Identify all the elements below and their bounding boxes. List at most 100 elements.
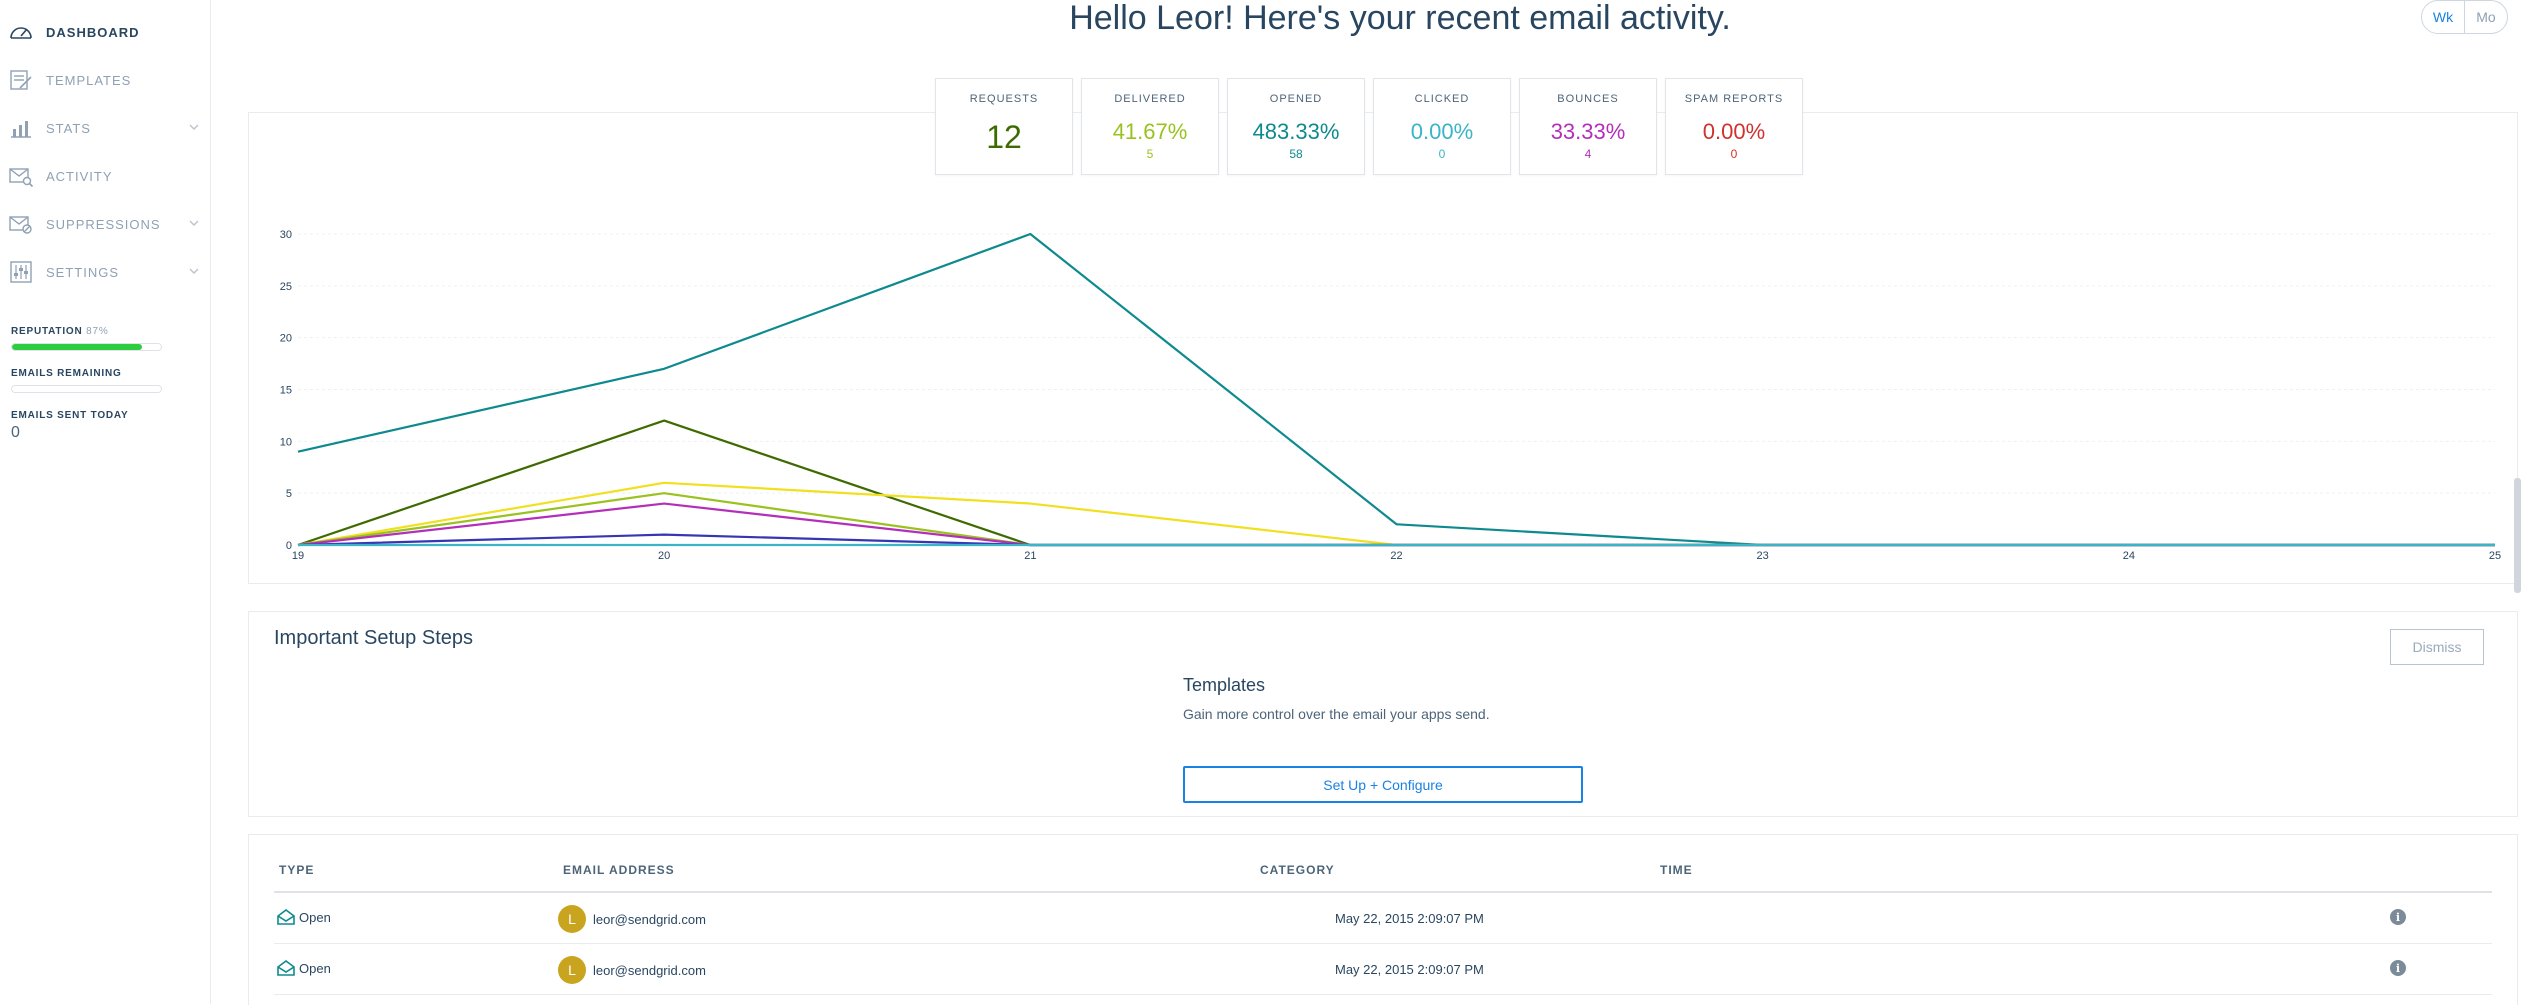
page-title: Hello Leor! Here's your recent email act… [1069,0,1731,37]
stat-card-value: 0.00% [1702,119,1766,144]
sidebar-item-label: STATS [46,120,91,136]
chevron-down-icon[interactable] [188,265,200,277]
y-tick-label: 25 [280,281,292,293]
reputation-value: 87% [86,326,109,337]
series-line-1 [297,419,2495,547]
stat-card-delivered[interactable]: DELIVERED 41.67% 5 [1081,78,1219,175]
x-tick-label: 25 [2489,550,2501,562]
event-time: May 22, 2015 2:09:07 PM [1335,962,1484,977]
open-envelope-icon [277,909,295,925]
y-tick-label: 10 [280,436,292,448]
stat-card-spam-reports[interactable]: SPAM REPORTS 0.00% 0 [1665,78,1803,175]
sidebar-item-templates[interactable]: TEMPLATES [0,56,210,104]
event-type: Open [277,909,331,925]
table-row[interactable]: Open L leor@sendgrid.com May 22, 2015 2:… [274,893,2492,944]
series-line-3 [297,492,2495,547]
emails-remaining-meter [11,385,162,393]
stat-card-opened[interactable]: OPENED 483.33% 58 [1227,78,1365,175]
emails-sent-today-label: EMAILS SENT TODAY [11,410,129,421]
sidebar: DASHBOARD TEMPLATES STATS ACTIVITY SUPPR… [0,0,211,1004]
stat-card-count: 0 [1730,147,1738,161]
envelope-search-icon [9,168,34,188]
stat-card-requests[interactable]: REQUESTS 12 [935,78,1073,175]
info-icon[interactable]: i [2390,960,2406,976]
emails-sent-today-value: 0 [11,424,20,441]
chevron-down-icon[interactable] [188,121,200,133]
sidebar-item-activity[interactable]: ACTIVITY [0,152,210,200]
stat-card-count: 0 [1438,147,1446,161]
sidebar-item-settings[interactable]: SETTINGS [0,248,210,296]
activity-table: TYPE EMAIL ADDRESS CATEGORY TIME Open L … [248,834,2518,1005]
stat-cards: REQUESTS 12 DELIVERED 41.67% 5 OPENED 48… [935,78,1803,175]
reputation-meter [11,343,162,351]
x-tick-label: 22 [1390,550,1402,562]
avatar: L [558,905,586,933]
setup-step-title: Templates [1183,675,1266,695]
column-header-category[interactable]: CATEGORY [1260,863,1335,877]
month-toggle-button[interactable]: Mo [2465,0,2508,34]
x-tick-label: 21 [1024,550,1036,562]
stat-card-value: 12 [986,119,1022,155]
emails-remaining-label: EMAILS REMAINING [11,368,122,379]
stat-card-title: CLICKED [1414,93,1470,105]
y-tick-label: 15 [280,385,292,397]
column-header-email[interactable]: EMAIL ADDRESS [563,863,675,877]
series-line-5 [297,533,2495,547]
sidebar-item-stats[interactable]: STATS [0,104,210,152]
stat-card-value: 483.33% [1252,119,1340,144]
event-time: May 22, 2015 2:09:07 PM [1335,911,1484,926]
stat-card-count: 4 [1584,147,1592,161]
reputation-label: REPUTATION 87% [11,326,109,337]
week-toggle-button[interactable]: Wk [2421,0,2465,34]
templates-icon [10,70,32,90]
y-tick-label: 30 [280,229,292,241]
stat-card-title: REQUESTS [969,93,1039,105]
stat-card-clicked[interactable]: CLICKED 0.00% 0 [1373,78,1511,175]
event-type-label: Open [299,909,331,925]
email-address[interactable]: leor@sendgrid.com [593,963,706,978]
sidebar-item-dashboard[interactable]: DASHBOARD [0,8,210,56]
reputation-title: REPUTATION [11,326,83,337]
stat-card-title: DELIVERED [1114,93,1186,105]
stat-card-value: 33.33% [1550,119,1626,144]
stat-card-value: 0.00% [1410,119,1474,144]
sliders-icon [10,261,32,283]
setup-steps-panel: Important Setup Steps Dismiss Templates … [248,611,2518,817]
stat-card-count: 58 [1289,147,1303,161]
column-header-time[interactable]: TIME [1660,863,1693,877]
sidebar-item-label: TEMPLATES [46,72,132,88]
x-tick-label: 24 [2123,550,2135,562]
dismiss-button[interactable]: Dismiss [2390,629,2484,665]
stat-card-title: BOUNCES [1557,93,1619,105]
email-address[interactable]: leor@sendgrid.com [593,912,706,927]
x-tick-label: 19 [292,550,304,562]
sidebar-item-suppressions[interactable]: SUPPRESSIONS [0,200,210,248]
info-icon[interactable]: i [2390,909,2406,925]
stat-card-value: 41.67% [1112,119,1188,144]
chevron-down-icon[interactable] [188,217,200,229]
setup-configure-button[interactable]: Set Up + Configure [1183,766,1583,803]
x-tick-label: 20 [658,550,670,562]
avatar: L [558,956,586,984]
stat-card-title: SPAM REPORTS [1684,93,1784,105]
period-toggle: Wk Mo [2421,0,2508,34]
gauge-icon [10,27,32,39]
table-row[interactable]: Open L leor@sendgrid.com May 22, 2015 2:… [274,944,2492,995]
sidebar-item-label: ACTIVITY [46,168,113,184]
stat-card-count: 5 [1146,147,1154,161]
setup-steps-title: Important Setup Steps [274,627,474,649]
scrollbar-thumb[interactable] [2514,478,2521,593]
setup-step-description: Gain more control over the email your ap… [1183,706,1490,722]
stats-icon [11,121,31,138]
stat-card-title: OPENED [1269,93,1323,105]
x-tick-label: 23 [1757,550,1769,562]
event-type: Open [277,960,331,976]
event-type-label: Open [299,960,331,976]
sidebar-item-label: SETTINGS [46,264,120,280]
envelope-block-icon [9,216,32,234]
column-header-type[interactable]: TYPE [279,863,314,877]
sidebar-item-label: DASHBOARD [46,24,140,40]
y-tick-label: 20 [280,333,292,345]
stat-card-bounces[interactable]: BOUNCES 33.33% 4 [1519,78,1657,175]
reputation-meter-fill [12,344,142,350]
